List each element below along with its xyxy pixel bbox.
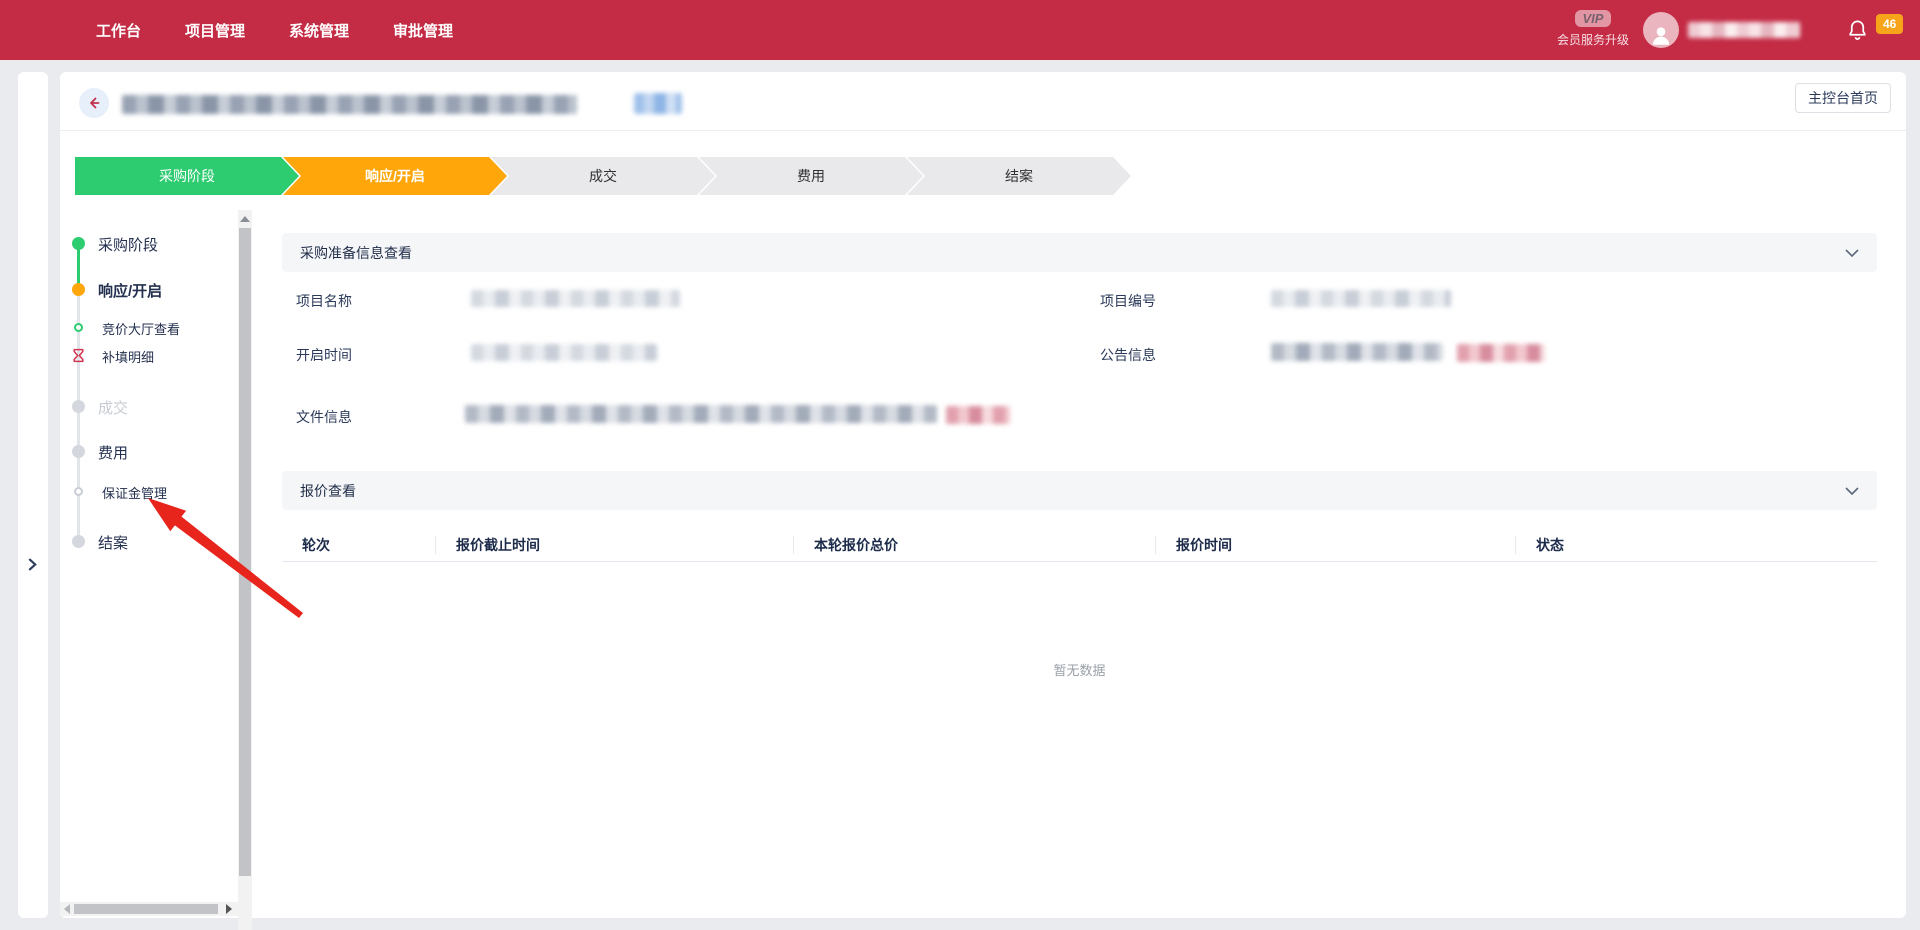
quote-table-header: 轮次 报价截止时间 本轮报价总价 报价时间 状态 [282,528,1877,562]
prep-info-panel-header[interactable]: 采购准备信息查看 [282,233,1877,272]
vip-icon: VIP [1575,10,1612,27]
back-arrow-icon [86,95,102,111]
collapse-chevron-icon[interactable] [1845,249,1859,257]
quote-panel-title: 报价查看 [300,481,356,501]
column-header-round-total: 本轮报价总价 [793,536,1155,554]
redacted-project-code-value [1271,290,1451,307]
sidebar-item-deal[interactable]: 成交 [98,397,128,418]
field-label-notice: 公告信息 [1100,345,1156,365]
timeline-dot-done [72,237,85,250]
stage-timeline-sidebar: 采购阶段 响应/开启 竞价大厅查看 补填明细 成交 费用 保证金管理 [60,210,252,905]
sidebar-vertical-scrollbar[interactable] [238,210,252,930]
redacted-file-link[interactable] [946,406,1010,424]
scroll-left-arrow[interactable] [64,904,70,914]
timeline-dot-pending [72,400,85,413]
timeline-dot-pending [72,445,85,458]
field-label-file: 文件信息 [296,407,352,427]
collapsed-side-strip [18,72,48,918]
step-response-open[interactable]: 响应/开启 [283,157,507,195]
redacted-username [1688,22,1800,38]
field-label-project-code: 项目编号 [1100,291,1156,311]
hourglass-icon [72,348,85,368]
timeline-ring-gray [74,487,83,496]
column-header-round: 轮次 [282,536,435,554]
bell-icon[interactable] [1846,18,1869,47]
step-close-case[interactable]: 结案 [907,157,1131,195]
redacted-file-value [465,405,937,423]
redacted-notice-value [1271,343,1443,361]
redacted-project-name-value [471,290,680,307]
scroll-up-arrow[interactable] [240,216,250,222]
column-header-quote-time: 报价时间 [1155,536,1515,554]
field-label-project-name: 项目名称 [296,291,352,311]
sidebar-item-deposit-mgmt[interactable]: 保证金管理 [102,483,167,502]
redacted-page-title [122,95,577,114]
vip-caption: 会员服务升级 [1552,31,1634,48]
sidebar-item-fill-details[interactable]: 补填明细 [102,347,154,366]
vip-upgrade[interactable]: VIP 会员服务升级 [1552,10,1634,48]
user-icon [1648,22,1674,48]
nav-item-project-mgmt[interactable]: 项目管理 [185,20,245,41]
avatar[interactable] [1643,12,1679,48]
collapse-chevron-icon[interactable] [1845,487,1859,495]
redacted-status-tag [634,93,682,114]
nav-item-system-mgmt[interactable]: 系统管理 [289,20,349,41]
nav-item-workbench[interactable]: 工作台 [96,20,141,41]
column-header-quote-deadline: 报价截止时间 [435,536,793,554]
step-fee[interactable]: 费用 [699,157,923,195]
redacted-open-time-value [471,344,657,361]
sidebar-item-bidding-hall[interactable]: 竞价大厅查看 [102,319,180,338]
sidebar-item-response-open[interactable]: 响应/开启 [98,280,162,301]
empty-data-text: 暂无数据 [282,660,1877,679]
column-header-status: 状态 [1515,536,1877,554]
vertical-scroll-thumb[interactable] [239,228,251,876]
scroll-right-arrow[interactable] [226,904,232,914]
sidebar-item-close-case[interactable]: 结案 [98,532,128,553]
header-divider [60,130,1906,131]
step-deal[interactable]: 成交 [491,157,715,195]
redacted-notice-link[interactable] [1457,344,1545,362]
field-label-open-time: 开启时间 [296,345,352,365]
sidebar-horizontal-scrollbar[interactable] [60,902,238,916]
horizontal-scroll-thumb[interactable] [74,904,218,914]
back-button[interactable] [79,88,109,118]
timeline-dot-active [72,283,85,296]
step-procure-stage[interactable]: 采购阶段 [75,157,299,195]
console-home-button[interactable]: 主控台首页 [1795,83,1891,113]
sidebar-item-fee[interactable]: 费用 [98,442,128,463]
prep-info-panel-title: 采购准备信息查看 [300,243,412,263]
page: 工作台 项目管理 系统管理 审批管理 VIP 会员服务升级 46 [0,0,1920,930]
timeline-dot-pending [72,535,85,548]
nav-item-approval-mgmt[interactable]: 审批管理 [393,20,453,41]
top-nav-bar: 工作台 项目管理 系统管理 审批管理 VIP 会员服务升级 46 [0,0,1920,60]
sidebar-item-procure-stage[interactable]: 采购阶段 [98,234,158,255]
notification-badge[interactable]: 46 [1876,14,1903,34]
main-card: 主控台首页 采购阶段 响应/开启 成交 费用 结案 采购阶段 响应/开启 竞价大… [60,72,1906,918]
nav-menu: 工作台 项目管理 系统管理 审批管理 [96,0,453,60]
timeline-ring-green [74,323,83,332]
expand-chevron-icon[interactable] [28,558,37,576]
quote-panel-header[interactable]: 报价查看 [282,471,1877,510]
